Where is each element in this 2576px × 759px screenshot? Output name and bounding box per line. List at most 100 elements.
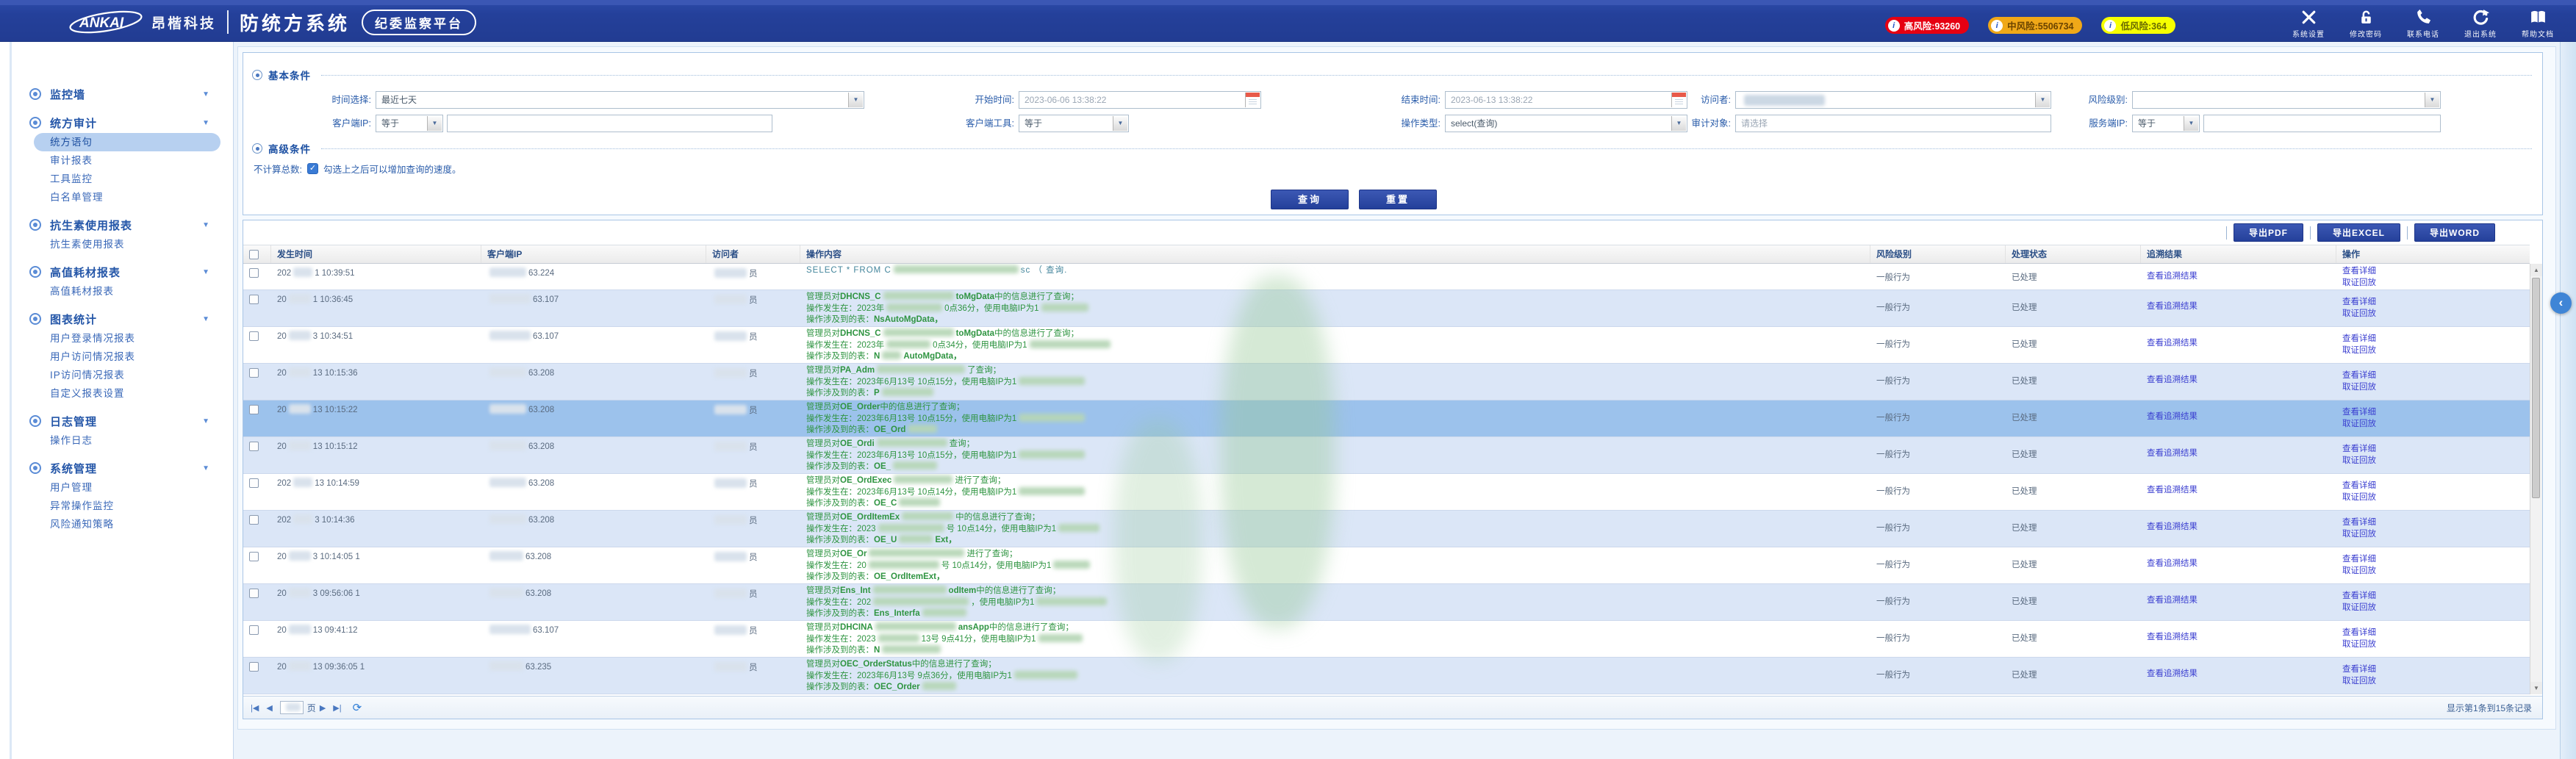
sidebar-item[interactable]: 风险通知策略 [50,515,233,533]
first-page-button[interactable]: |◀ [251,703,259,713]
view-detail-link[interactable]: 查看详细 [2342,517,2530,529]
page-scrollbar[interactable] [2560,42,2576,759]
row-checkbox[interactable] [249,268,259,278]
view-detail-link[interactable]: 查看详细 [2342,481,2530,492]
evidence-replay-link[interactable]: 取证回放 [2342,529,2530,541]
evidence-replay-link[interactable]: 取证回放 [2342,419,2530,431]
sidebar-item[interactable]: 高值耗材报表 [50,282,233,301]
prev-page-button[interactable]: ◀ [266,703,272,713]
sidebar-item[interactable]: 用户管理 [50,478,233,497]
trace-result-link[interactable]: 查看追溯结果 [2147,412,2198,421]
logout-button[interactable]: 退出系统 [2455,8,2505,39]
sidebar-group[interactable]: 日志管理▼ [0,411,233,431]
sidebar-item[interactable]: 白名单管理 [50,188,233,206]
select-all-checkbox[interactable] [249,250,259,259]
export-pdf-button[interactable]: 导出PDF [2234,223,2303,242]
row-checkbox[interactable] [249,442,259,451]
view-detail-link[interactable]: 查看详细 [2342,407,2530,419]
table-row[interactable]: 2023 10:14:3663.208员管理员对OE_OrdItemEx中的信息… [243,511,2530,547]
table-scrollbar[interactable]: ▲ ▼ [2530,264,2542,694]
row-checkbox[interactable] [249,331,259,341]
collapse-panel-button[interactable]: ‹ [2550,292,2572,314]
next-page-button[interactable]: ▶ [320,703,326,713]
lock-button[interactable]: 修改密码 [2341,8,2391,39]
phone-button[interactable]: 联系电话 [2398,8,2448,39]
trace-result-link[interactable]: 查看追溯结果 [2147,272,2198,281]
sidebar-item[interactable]: 用户登录情况报表 [50,329,233,348]
evidence-replay-link[interactable]: 取证回放 [2342,345,2530,357]
trace-result-link[interactable]: 查看追溯结果 [2147,339,2198,348]
tools-button[interactable]: 系统设置 [2283,8,2333,39]
evidence-replay-link[interactable]: 取证回放 [2342,639,2530,651]
filter-op-select[interactable]: 等于▼ [1019,115,1129,132]
filter-select[interactable]: ▼ [1735,91,2051,109]
sidebar-group[interactable]: 统方审计▼ [0,112,233,133]
trace-result-link[interactable]: 查看追溯结果 [2147,596,2198,605]
view-detail-link[interactable]: 查看详细 [2342,370,2530,382]
page-number-input[interactable] [280,701,304,714]
last-page-button[interactable]: ▶| [333,703,341,713]
trace-result-link[interactable]: 查看追溯结果 [2147,559,2198,568]
sidebar-group[interactable]: 抗生素使用报表▼ [0,215,233,235]
row-checkbox[interactable] [249,478,259,488]
manual-button[interactable]: 帮助文档 [2513,8,2563,39]
trace-result-link[interactable]: 查看追溯结果 [2147,669,2198,678]
query-button[interactable]: 查询 [1271,190,1349,209]
trace-result-link[interactable]: 查看追溯结果 [2147,522,2198,531]
row-checkbox[interactable] [249,368,259,378]
table-row[interactable]: 20213 10:14:5963.208员管理员对OE_OrdExec进行了查询… [243,474,2530,511]
evidence-replay-link[interactable]: 取证回放 [2342,492,2530,504]
table-row[interactable]: 201 10:36:4563.107员管理员对DHCNS_CtoMgData中的… [243,290,2530,327]
evidence-replay-link[interactable]: 取证回放 [2342,309,2530,320]
view-detail-link[interactable]: 查看详细 [2342,266,2530,278]
sidebar-group[interactable]: 监控墙▼ [0,84,233,104]
scroll-up-icon[interactable]: ▲ [2530,264,2542,276]
row-checkbox[interactable] [249,515,259,525]
no-count-checkbox[interactable]: ✓ [307,163,318,174]
view-detail-link[interactable]: 查看详细 [2342,591,2530,602]
sidebar-item[interactable]: IP访问情况报表 [50,366,233,384]
trace-result-link[interactable]: 查看追溯结果 [2147,302,2198,311]
table-row[interactable]: 203 09:56:06 163.208员管理员对Ens_IntodItem中的… [243,584,2530,621]
filter-input[interactable] [2203,115,2441,132]
row-checkbox[interactable] [249,662,259,672]
filter-op-select[interactable]: 等于▼ [2132,115,2200,132]
filter-input[interactable]: 请选择 [1735,115,2051,132]
sidebar-item[interactable]: 审计报表 [50,151,233,170]
reset-button[interactable]: 重置 [1359,190,1437,209]
view-detail-link[interactable]: 查看详细 [2342,554,2530,566]
calendar-icon[interactable] [1245,93,1260,107]
evidence-replay-link[interactable]: 取证回放 [2342,278,2530,289]
view-detail-link[interactable]: 查看详细 [2342,627,2530,639]
table-row[interactable]: 203 10:34:5163.107员管理员对DHCNS_CtoMgData中的… [243,327,2530,364]
evidence-replay-link[interactable]: 取证回放 [2342,602,2530,614]
sidebar-item[interactable]: 操作日志 [50,431,233,450]
table-row[interactable]: 2013 10:15:1263.208员管理员对OE_Ordi查询；操作发生在：… [243,437,2530,474]
risk-badge[interactable]: i高风险:93260 [1885,17,1969,34]
row-checkbox[interactable] [249,405,259,414]
view-detail-link[interactable]: 查看详细 [2342,664,2530,676]
table-row[interactable]: 2013 10:15:3663.208员管理员对PA_Adm了查询；操作发生在：… [243,364,2530,400]
table-row[interactable]: 2013 09:36:05 163.235员管理员对OEC_OrderStatu… [243,658,2530,694]
collapse-section-icon[interactable] [252,70,262,80]
view-detail-link[interactable]: 查看详细 [2342,334,2530,345]
trace-result-link[interactable]: 查看追溯结果 [2147,633,2198,641]
sidebar-item[interactable]: 抗生素使用报表 [50,235,233,253]
row-checkbox[interactable] [249,552,259,561]
table-row[interactable]: 203 10:14:05 163.208员管理员对OE_Or进行了查询；操作发生… [243,547,2530,584]
row-checkbox[interactable] [249,589,259,598]
sidebar-item[interactable]: 统方语句 [34,133,220,151]
table-row[interactable]: 2013 10:15:2263.208员管理员对OE_Order中的信息进行了查… [243,400,2530,437]
sidebar-item[interactable]: 自定义报表设置 [50,384,233,403]
evidence-replay-link[interactable]: 取证回放 [2342,676,2530,688]
trace-result-link[interactable]: 查看追溯结果 [2147,486,2198,494]
evidence-replay-link[interactable]: 取证回放 [2342,382,2530,394]
filter-select[interactable]: 最近七天▼ [376,91,864,109]
risk-badge[interactable]: i低风险:364 [2101,17,2175,34]
export-word-button[interactable]: 导出WORD [2414,223,2495,242]
collapse-section-icon[interactable] [252,143,262,154]
table-row[interactable]: 2021 10:39:5163.224员SELECT * FROM Csc （ … [243,264,2530,290]
sidebar-group[interactable]: 系统管理▼ [0,458,233,478]
view-detail-link[interactable]: 查看详细 [2342,297,2530,309]
view-detail-link[interactable]: 查看详细 [2342,444,2530,456]
